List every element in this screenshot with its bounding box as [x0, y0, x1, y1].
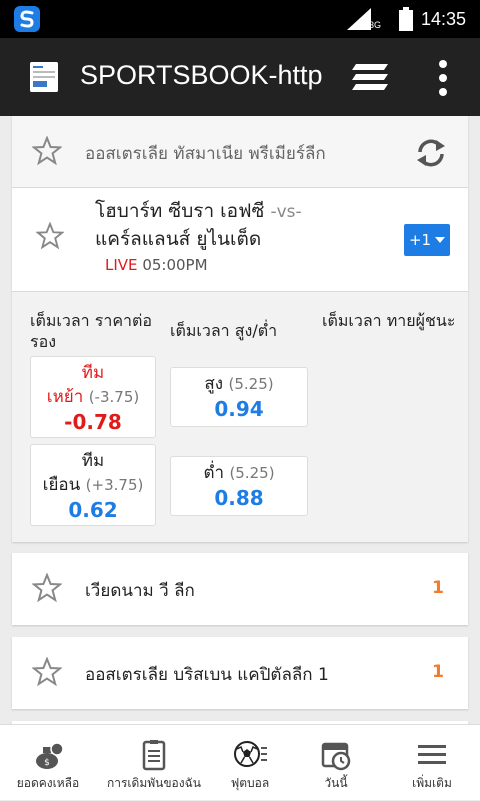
- status-bar: 3G 14:35: [0, 0, 480, 38]
- app-bar: SPORTSBOOK-http: [0, 38, 480, 116]
- more-markets-label: +1: [408, 231, 432, 249]
- star-icon[interactable]: [32, 136, 62, 166]
- league-row[interactable]: เวียดนาม วี ลีก 1: [12, 553, 468, 625]
- nav-label: วันนี้: [324, 776, 348, 790]
- nav-label: ยอดคงเหลือ: [16, 776, 80, 790]
- nav-label: การเดิมพันของฉัน: [106, 776, 201, 790]
- away-label-line2: เยือน: [42, 475, 81, 495]
- clock: 14:35: [420, 8, 466, 29]
- battery-icon: [398, 7, 413, 31]
- under-line: (5.25): [229, 464, 275, 482]
- home-label-line1: ทีม: [81, 363, 105, 383]
- over-under-title: เต็มเวลา สูง/ต่ำ: [170, 321, 278, 340]
- home-handicap: (-3.75): [88, 388, 140, 406]
- handicap-away-odds-button[interactable]: ทีม เยือน (+3.75) 0.62: [30, 444, 156, 526]
- chevron-down-icon: [435, 237, 446, 243]
- nav-label: ฟุตบอล: [230, 776, 270, 790]
- league-name: ออสเตรเลีย บริสเบน แคปิตัลลีก 1: [85, 665, 329, 685]
- kickoff-time: 05:00PM: [142, 256, 208, 274]
- away-handicap: (+3.75): [85, 476, 144, 494]
- away-team: แคร์ลแลนส์ ยูไนเต็ด: [95, 228, 262, 250]
- winner-title: เต็มเวลา ทายผู้ชนะ: [322, 311, 456, 330]
- under-label: ต่ำ: [203, 463, 225, 483]
- bet-slip-icon: [142, 740, 166, 771]
- more-vert-icon[interactable]: [430, 58, 456, 98]
- svg-text:$: $: [44, 758, 50, 768]
- page-icon: [30, 62, 58, 92]
- nav-balance[interactable]: $ ยอดคงเหลือ: [0, 725, 96, 801]
- app-s-logo-icon: [14, 6, 40, 32]
- more-markets-button[interactable]: +1: [404, 224, 450, 256]
- star-icon[interactable]: [32, 573, 62, 603]
- event-count: 1: [432, 578, 444, 598]
- nav-more[interactable]: เพิ่มเติม: [384, 725, 480, 801]
- menu-icon: [418, 745, 446, 764]
- home-team: โฮบาร์ท ซีบรา เอฟซี: [95, 200, 265, 222]
- layers-icon[interactable]: [352, 60, 392, 94]
- over-label: สูง: [204, 374, 224, 394]
- under-price: 0.88: [214, 486, 264, 510]
- away-label-line1: ทีม: [81, 451, 105, 471]
- bottom-nav: $ ยอดคงเหลือ การเดิมพันของฉัน ฟุตบอล วัน…: [0, 724, 480, 800]
- markets-panel: เต็มเวลา ราคาต่อรอง เต็มเวลา สูง/ต่ำ เต็…: [12, 292, 468, 542]
- event-count: 1: [432, 662, 444, 682]
- over-price: 0.94: [214, 397, 264, 421]
- home-label-line2: เหย้า: [46, 387, 84, 407]
- league-name: เวียดนาม วี ลีก: [85, 581, 195, 601]
- star-icon[interactable]: [32, 657, 62, 687]
- nav-label: เพิ่มเติม: [412, 776, 452, 790]
- over-odds-button[interactable]: สูง (5.25) 0.94: [170, 367, 308, 427]
- vs-label: -vs-: [270, 202, 302, 222]
- home-price: -0.78: [64, 410, 122, 434]
- live-badge: LIVE: [105, 256, 138, 274]
- star-icon[interactable]: [36, 222, 64, 250]
- page-title: SPORTSBOOK-http: [80, 60, 322, 90]
- under-odds-button[interactable]: ต่ำ (5.25) 0.88: [170, 456, 308, 516]
- soccer-ball-icon: [234, 741, 267, 767]
- network-type: 3G: [368, 20, 381, 30]
- nav-soccer[interactable]: ฟุตบอล: [212, 725, 288, 801]
- handicap-home-odds-button[interactable]: ทีม เหย้า (-3.75) -0.78: [30, 356, 156, 438]
- balance-icon: $: [36, 742, 64, 769]
- match-teams: โฮบาร์ท ซีบรา เอฟซี -vs- แคร์ลแลนส์ ยูไน…: [95, 198, 302, 253]
- match-row[interactable]: โฮบาร์ท ซีบรา เอฟซี -vs- แคร์ลแลนส์ ยูไน…: [12, 188, 468, 292]
- calendar-clock-icon: [321, 742, 351, 771]
- nav-my-bets[interactable]: การเดิมพันของฉัน: [96, 725, 212, 801]
- league-row[interactable]: ออสเตรเลีย บริสเบน แคปิตัลลีก 1 1: [12, 637, 468, 709]
- league-name: ออสเตรเลีย ทัสมาเนีย พรีเมียร์ลีก: [85, 144, 326, 164]
- signal-icon: [346, 8, 371, 30]
- over-line: (5.25): [228, 375, 274, 393]
- league-header[interactable]: ออสเตรเลีย ทัสมาเนีย พรีเมียร์ลีก: [12, 116, 468, 188]
- handicap-title: เต็มเวลา ราคาต่อรอง: [30, 311, 152, 351]
- event-list: ออสเตรเลีย ทัสมาเนีย พรีเมียร์ลีก โฮบาร์…: [0, 116, 480, 724]
- refresh-icon[interactable]: [414, 136, 448, 170]
- match-status: LIVE 05:00PM: [105, 256, 208, 274]
- nav-today[interactable]: วันนี้: [296, 725, 376, 801]
- away-price: 0.62: [68, 498, 118, 522]
